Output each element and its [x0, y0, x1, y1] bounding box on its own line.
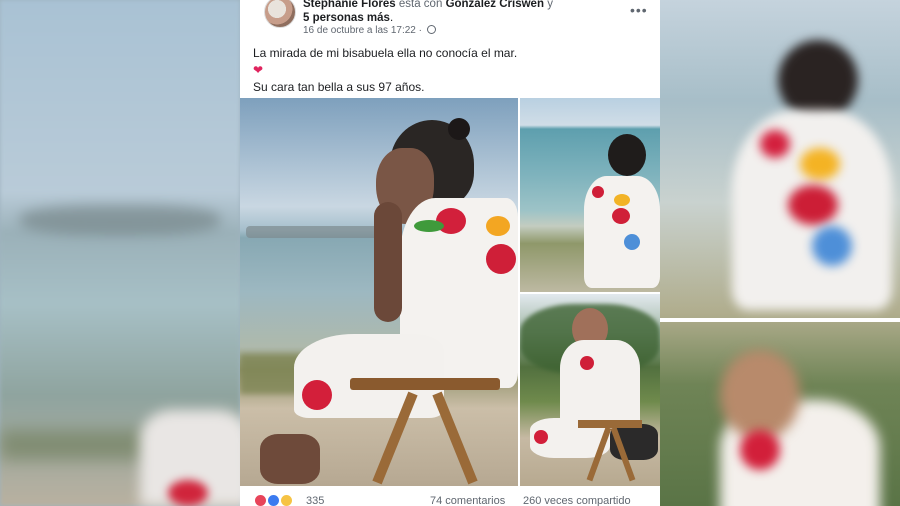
post-photo-main[interactable] — [240, 98, 518, 486]
reactions[interactable] — [254, 494, 294, 506]
blurred-background-right — [660, 0, 900, 506]
hair-bun — [448, 118, 470, 140]
period-text: . — [389, 12, 394, 24]
reaction-count[interactable]: 335 — [306, 495, 324, 506]
background-divider — [660, 318, 900, 322]
blurred-background-left — [0, 0, 250, 506]
background-seaweed — [0, 430, 150, 460]
comments-count[interactable]: 74 comentarios — [430, 495, 505, 506]
post-card: Stephanie Flores está con Gonzalez Crisw… — [240, 0, 660, 506]
tagged-name[interactable]: Gonzalez Criswen — [446, 0, 544, 10]
background-flower — [812, 226, 852, 266]
post-photo-back[interactable] — [520, 98, 660, 292]
background-flower — [788, 185, 838, 225]
post-text-line: Su cara tan bella a sus 97 años. — [253, 80, 425, 94]
author-name[interactable]: Stephanie Flores — [303, 0, 396, 10]
avatar[interactable] — [264, 0, 296, 28]
background-flower — [760, 130, 790, 158]
embroidered-flower — [580, 356, 594, 370]
embroidered-flower — [614, 194, 630, 206]
post-author-line: Stephanie Flores está con Gonzalez Crisw… — [303, 0, 553, 25]
post-header: Stephanie Flores está con Gonzalez Crisw… — [250, 0, 650, 38]
embroidered-flower — [612, 208, 630, 224]
stool-seat — [578, 420, 642, 428]
stool-leg — [432, 391, 478, 485]
globe-icon — [426, 25, 436, 34]
background-flower — [800, 148, 840, 180]
more-options-button[interactable]: ••• — [630, 2, 648, 18]
background-pier — [20, 205, 220, 235]
embroidered-leaf — [414, 220, 444, 232]
post-meta: 16 de octubre a las 17:22 · — [303, 25, 436, 36]
embroidered-flower — [486, 216, 510, 236]
embroidered-flower — [624, 234, 640, 250]
conjunction-text: y — [547, 0, 553, 10]
post-footer: 335 74 comentarios 260 veces compartido — [240, 489, 660, 506]
stool-seat — [350, 378, 500, 390]
background-flower — [168, 480, 208, 506]
shares-count[interactable]: 260 veces compartido — [523, 495, 631, 506]
embroidered-flower — [302, 380, 332, 410]
feet — [260, 434, 320, 484]
post-text-line: La mirada de mi bisabuela ella no conocí… — [253, 46, 518, 60]
embroidered-flower — [486, 244, 516, 274]
haha-icon — [280, 494, 294, 506]
hair — [608, 134, 646, 176]
arm — [374, 202, 402, 322]
love-icon — [254, 494, 267, 506]
heart-emoji: ❤ — [253, 63, 264, 77]
post-timestamp[interactable]: 16 de octubre a las 17:22 · — [303, 25, 422, 36]
embroidered-flower — [534, 430, 548, 444]
background-head — [778, 40, 858, 120]
embroidered-flower — [592, 186, 604, 198]
background-face — [720, 350, 800, 440]
embroidered-flower — [436, 208, 466, 234]
like-icon — [267, 494, 281, 506]
others-link[interactable]: 5 personas más — [303, 12, 390, 24]
with-text: está con — [398, 0, 443, 10]
background-flower — [740, 430, 780, 470]
post-photo-smiling[interactable] — [520, 294, 660, 486]
post-text: La mirada de mi bisabuela ella no conocí… — [253, 46, 517, 97]
